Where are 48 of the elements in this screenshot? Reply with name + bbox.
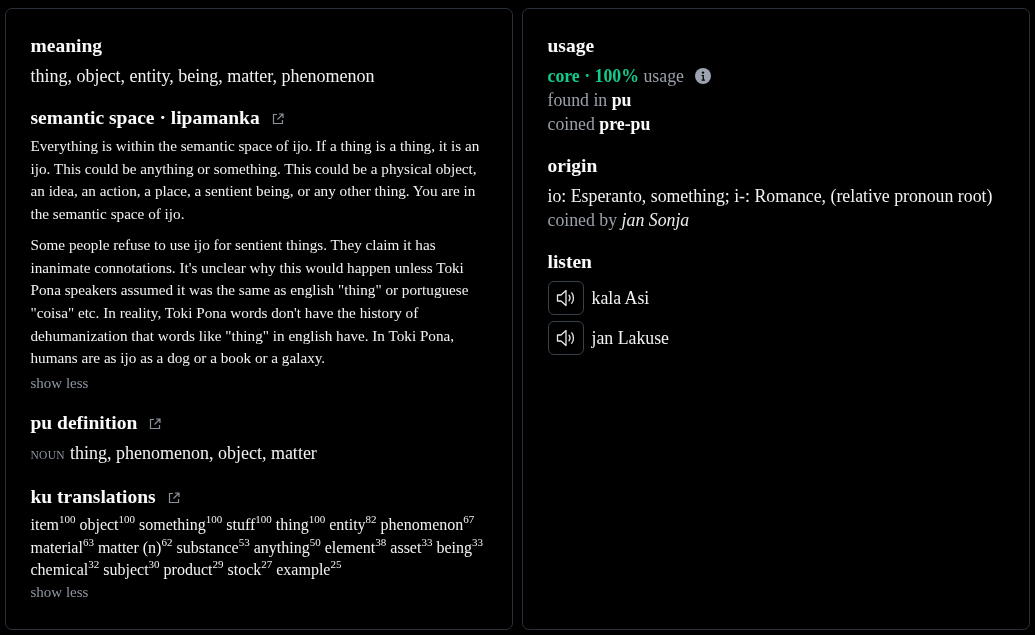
translation-term: anything$^{50}$: [253, 538, 321, 556]
part-of-speech-label: NOUN: [30, 448, 65, 464]
translation-term: thing$^{100}$: [275, 516, 326, 534]
section-heading: pu definition: [30, 411, 138, 436]
found-in-text: found in pu: [547, 89, 633, 112]
translation-term: item$^{100}$: [30, 516, 76, 534]
description-paragraph: Everything is within the semantic space of ijo. If a thing is a thing, it is an ijo. This could be anything or something. This could be a physical object, an idea, an action, a place, a sentient being, or any other thing. You are in the semantic space of ijo.: [30, 136, 481, 225]
translation-term: matter (n)$^{62}$: [97, 538, 173, 556]
usage-summary: core · 100% usage: [547, 65, 684, 88]
section-heading: usage: [547, 34, 596, 58]
external-link-icon[interactable]: [271, 112, 284, 125]
translation-term: phenomenon$^{67}$: [380, 516, 475, 534]
translation-term: subject$^{30}$: [103, 561, 160, 579]
show-less-link[interactable]: show less: [30, 373, 89, 394]
translation-term: example$^{25}$: [276, 561, 342, 579]
definition-text: thing, phenomenon, object, matter: [69, 442, 317, 466]
play-audio-button[interactable]: [547, 321, 584, 355]
section-heading: origin: [547, 154, 599, 178]
translation-term: element$^{38}$: [324, 538, 387, 556]
description-paragraph: Some people refuse to use ijo for sentient things. They claim it has inanimate connotations. It's unclear why this would happen unless Toki Pona speakers assumed it was the same as english "thing" or portuguese "coisa" etc. In reality, Toki Pona words don't have the history of dehumanization that words like "thing" in english have. In Toki Pona, humans are as ijo as a dog or a book or a galaxy.: [30, 234, 470, 369]
section-heading: listen: [547, 250, 593, 274]
speaker-name: jan Lakuse: [591, 327, 669, 350]
section-heading: ku translations: [30, 485, 156, 510]
coined-text: coined pre-pu: [547, 113, 652, 136]
translation-term: stuff$^{100}$: [226, 516, 272, 534]
speaker-icon: [555, 289, 576, 307]
translation-term: something$^{100}$: [139, 516, 223, 534]
external-link-icon[interactable]: [149, 417, 162, 430]
translation-term: product$^{29}$: [163, 561, 224, 579]
play-audio-button[interactable]: [547, 281, 584, 315]
speaker-icon: [555, 329, 576, 347]
translation-term: chemical$^{32}$: [30, 561, 100, 579]
translation-term: being$^{33}$: [436, 538, 483, 556]
translation-term: substance$^{53}$: [176, 538, 250, 556]
translation-term: material$^{63}$: [30, 538, 94, 556]
origin-text: io: Esperanto, something; i-: Romance, (relative pronoun root): [547, 185, 994, 208]
section-heading: meaning: [30, 34, 102, 58]
section-heading: semantic space · lipamanka: [30, 106, 260, 130]
show-less-link[interactable]: show less: [30, 581, 89, 602]
external-link-icon[interactable]: [167, 491, 180, 504]
meaning-text: thing, object, entity, being, matter, phenomenon: [30, 65, 376, 88]
translation-term: stock$^{27}$: [227, 561, 273, 579]
coined-by-text: coined by jan Sonja: [547, 209, 691, 232]
translation-term: asset$^{33}$: [390, 538, 433, 556]
translation-term: object$^{100}$: [79, 516, 136, 534]
translation-term: entity$^{82}$: [329, 516, 377, 534]
info-icon[interactable]: [694, 68, 711, 84]
speaker-name: kala Asi: [591, 287, 650, 310]
